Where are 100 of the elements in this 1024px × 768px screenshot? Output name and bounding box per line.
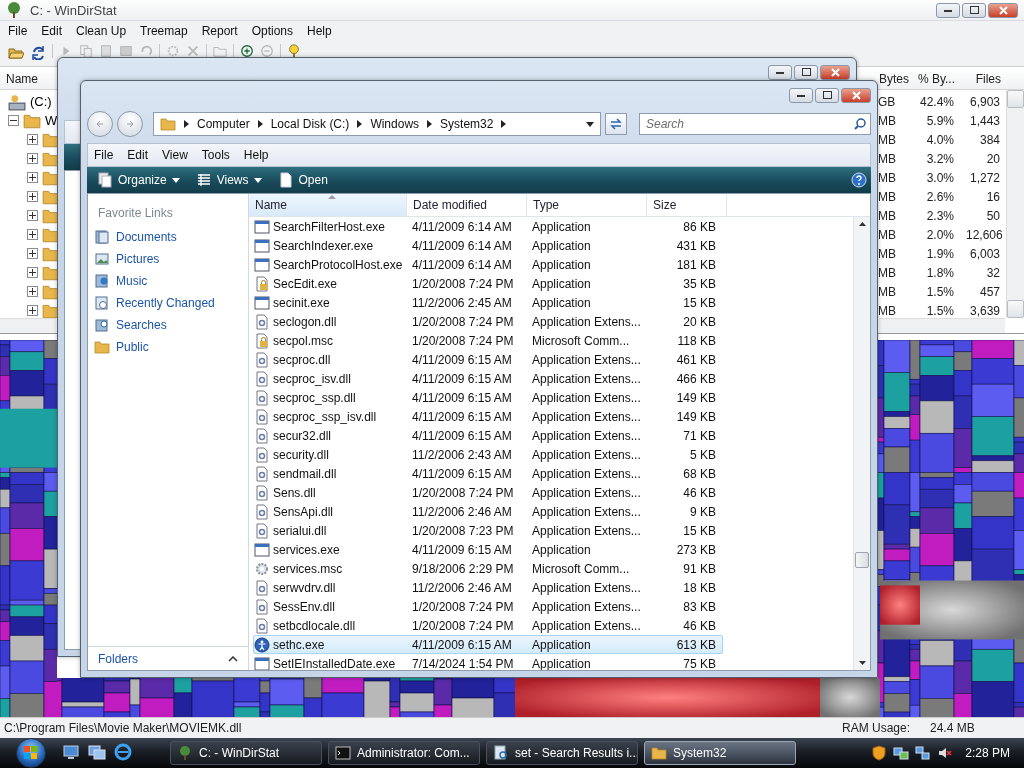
file-row[interactable]: secproc_ssp.dll 4/11/2009 6:15 AM Application Extens... 149 KB xyxy=(253,388,723,407)
browser-icon[interactable] xyxy=(114,743,134,763)
menu-item[interactable]: Report xyxy=(195,22,244,40)
address-bar[interactable]: Computer Local Disk (C:) Windows System32 xyxy=(153,112,601,136)
window-icon[interactable] xyxy=(119,44,133,58)
file-row[interactable]: SensApi.dll 11/2/2006 2:46 AM Application Extens... 9 KB xyxy=(253,502,723,521)
breadcrumb-item[interactable]: Local Disk (C:) xyxy=(270,117,350,131)
expand-button[interactable] xyxy=(27,191,38,202)
scrollbar[interactable] xyxy=(879,318,1005,333)
taskbar-button[interactable]: System32 xyxy=(644,741,796,765)
file-row[interactable]: SecEdit.exe 1/20/2008 7:24 PM Application 35 KB xyxy=(253,274,723,293)
file-row[interactable]: SearchIndexer.exe 4/11/2009 6:14 AM Application 431 KB xyxy=(253,236,723,255)
favorite-link[interactable]: Pictures xyxy=(88,248,248,270)
menu-item[interactable]: Help xyxy=(237,146,275,164)
menu-item[interactable]: Clean Up xyxy=(70,22,133,40)
file-row[interactable]: secproc_isv.dll 4/11/2009 6:15 AM Application Extens... 466 KB xyxy=(253,369,723,388)
favorite-link[interactable]: Music xyxy=(88,270,248,292)
search-field[interactable]: Search xyxy=(644,116,854,132)
column-header[interactable]: Name xyxy=(249,194,407,216)
taskbar-button[interactable]: C: - WinDirStat xyxy=(170,741,322,765)
menu-item[interactable]: Tools xyxy=(195,146,236,164)
dropdown-icon[interactable] xyxy=(586,121,594,127)
menu-item[interactable]: Edit xyxy=(35,22,69,40)
start-button[interactable] xyxy=(16,738,46,768)
close-button[interactable] xyxy=(820,64,850,80)
refresh-icon[interactable] xyxy=(30,44,46,60)
favorite-link[interactable]: Documents xyxy=(88,226,248,248)
minimize-button[interactable] xyxy=(936,2,960,18)
toolbar-button[interactable]: Views xyxy=(189,169,268,191)
zoom-in-icon[interactable] xyxy=(240,44,254,58)
file-row[interactable]: SessEnv.dll 1/20/2008 7:24 PM Application Extens... 83 KB xyxy=(253,597,723,616)
breadcrumb-item[interactable]: System32 xyxy=(440,117,494,131)
column-header[interactable]: Bytes xyxy=(879,71,909,86)
computers-icon[interactable] xyxy=(915,745,932,761)
favorite-link[interactable]: Public xyxy=(88,336,248,358)
close-button[interactable] xyxy=(988,2,1018,18)
scroll-thumb[interactable] xyxy=(855,551,869,568)
document-icon[interactable] xyxy=(99,44,113,58)
file-row[interactable]: services.msc 9/18/2006 2:29 PM Microsoft Comm... 91 KB xyxy=(253,559,723,578)
minimize-button[interactable] xyxy=(789,87,813,103)
tree-item-label[interactable]: W xyxy=(45,113,58,128)
file-row[interactable]: security.dll 11/2/2006 2:43 AM Application Extens... 5 KB xyxy=(253,445,723,464)
toolbar-button[interactable]: Organize xyxy=(91,169,186,191)
column-header[interactable]: % By... xyxy=(909,71,961,86)
menu-item[interactable]: View xyxy=(156,146,194,164)
toolbar-button[interactable]: Open xyxy=(271,169,334,191)
expand-button[interactable] xyxy=(27,134,38,145)
menu-item[interactable]: File xyxy=(88,146,120,164)
tree-item-label[interactable]: (C:) xyxy=(30,94,52,109)
file-row[interactable]: SetIEInstalledDate.exe 7/14/2024 1:54 PM Application 75 KB xyxy=(253,654,723,670)
scrollbar[interactable] xyxy=(1006,90,1024,318)
expand-button[interactable] xyxy=(27,305,38,316)
menu-item[interactable]: Treemap xyxy=(134,22,194,40)
scrollbar[interactable] xyxy=(853,217,870,670)
file-row[interactable]: secpol.msc 1/20/2008 7:24 PM Microsoft Comm... 118 KB xyxy=(253,331,723,350)
file-row[interactable]: seclogon.dll 1/20/2008 7:24 PM Application Extens... 20 KB xyxy=(253,312,723,331)
volume-muted-icon[interactable] xyxy=(937,745,954,761)
expand-button[interactable] xyxy=(27,286,38,297)
maximize-button[interactable] xyxy=(794,64,818,80)
minimize-button[interactable] xyxy=(768,64,792,80)
maximize-button[interactable] xyxy=(962,2,986,18)
back-button[interactable] xyxy=(87,111,113,137)
expand-button[interactable] xyxy=(27,248,38,259)
file-row[interactable]: serwvdrv.dll 11/2/2006 2:46 AM Application Extens... 18 KB xyxy=(253,578,723,597)
file-row[interactable]: secur32.dll 4/11/2009 6:15 AM Application Extens... 71 KB xyxy=(253,426,723,445)
file-row[interactable]: secproc_ssp_isv.dll 4/11/2009 6:15 AM Application Extens... 149 KB xyxy=(253,407,723,426)
zoom-out-icon[interactable] xyxy=(260,44,274,58)
close-button[interactable] xyxy=(841,87,871,103)
gear-icon[interactable] xyxy=(166,44,180,58)
file-row[interactable]: SearchProtocolHost.exe 4/11/2009 6:14 AM Application 181 KB xyxy=(253,255,723,274)
menu-item[interactable]: Help xyxy=(301,22,338,40)
expand-button[interactable] xyxy=(27,229,38,240)
copy-icon[interactable] xyxy=(79,44,93,58)
undo-icon[interactable] xyxy=(139,44,153,58)
file-row[interactable]: secproc.dll 4/11/2009 6:15 AM Application Extens... 461 KB xyxy=(253,350,723,369)
menu-item[interactable]: Edit xyxy=(121,146,155,164)
expand-button[interactable] xyxy=(27,210,38,221)
forward-button[interactable] xyxy=(117,111,143,137)
file-row[interactable]: sethc.exe 4/11/2009 6:15 AM Application 613 KB xyxy=(253,635,723,654)
file-row[interactable]: services.exe 4/11/2009 6:15 AM Application 273 KB xyxy=(253,540,723,559)
file-row[interactable]: serialui.dll 1/20/2008 7:23 PM Application Extens... 15 KB xyxy=(253,521,723,540)
shield-icon[interactable] xyxy=(871,745,888,761)
file-row[interactable]: Sens.dll 1/20/2008 7:24 PM Application Extens... 46 KB xyxy=(253,483,723,502)
scrollbar[interactable] xyxy=(0,318,56,333)
file-row[interactable]: SearchFilterHost.exe 4/11/2009 6:14 AM Application 86 KB xyxy=(253,217,723,236)
breadcrumb-item[interactable]: Computer xyxy=(197,117,250,131)
expand-button[interactable] xyxy=(27,153,38,164)
menu-item[interactable]: File xyxy=(2,22,34,40)
maximize-button[interactable] xyxy=(815,87,839,103)
folder-icon[interactable] xyxy=(213,44,227,58)
favorite-link[interactable]: Recently Changed xyxy=(88,292,248,314)
delete-icon[interactable] xyxy=(186,44,200,58)
file-row[interactable]: setbcdlocale.dll 1/20/2008 7:24 PM Application Extens... 46 KB xyxy=(253,616,723,635)
breadcrumb-item[interactable]: Windows xyxy=(370,117,420,131)
favorite-link[interactable]: Searches xyxy=(88,314,248,336)
expand-button[interactable] xyxy=(27,172,38,183)
collapse-button[interactable] xyxy=(8,115,19,126)
window-switch-icon[interactable] xyxy=(88,743,108,763)
taskbar-button[interactable]: Administrator: Com... xyxy=(328,741,480,765)
scroll-down-icon[interactable] xyxy=(858,661,866,665)
